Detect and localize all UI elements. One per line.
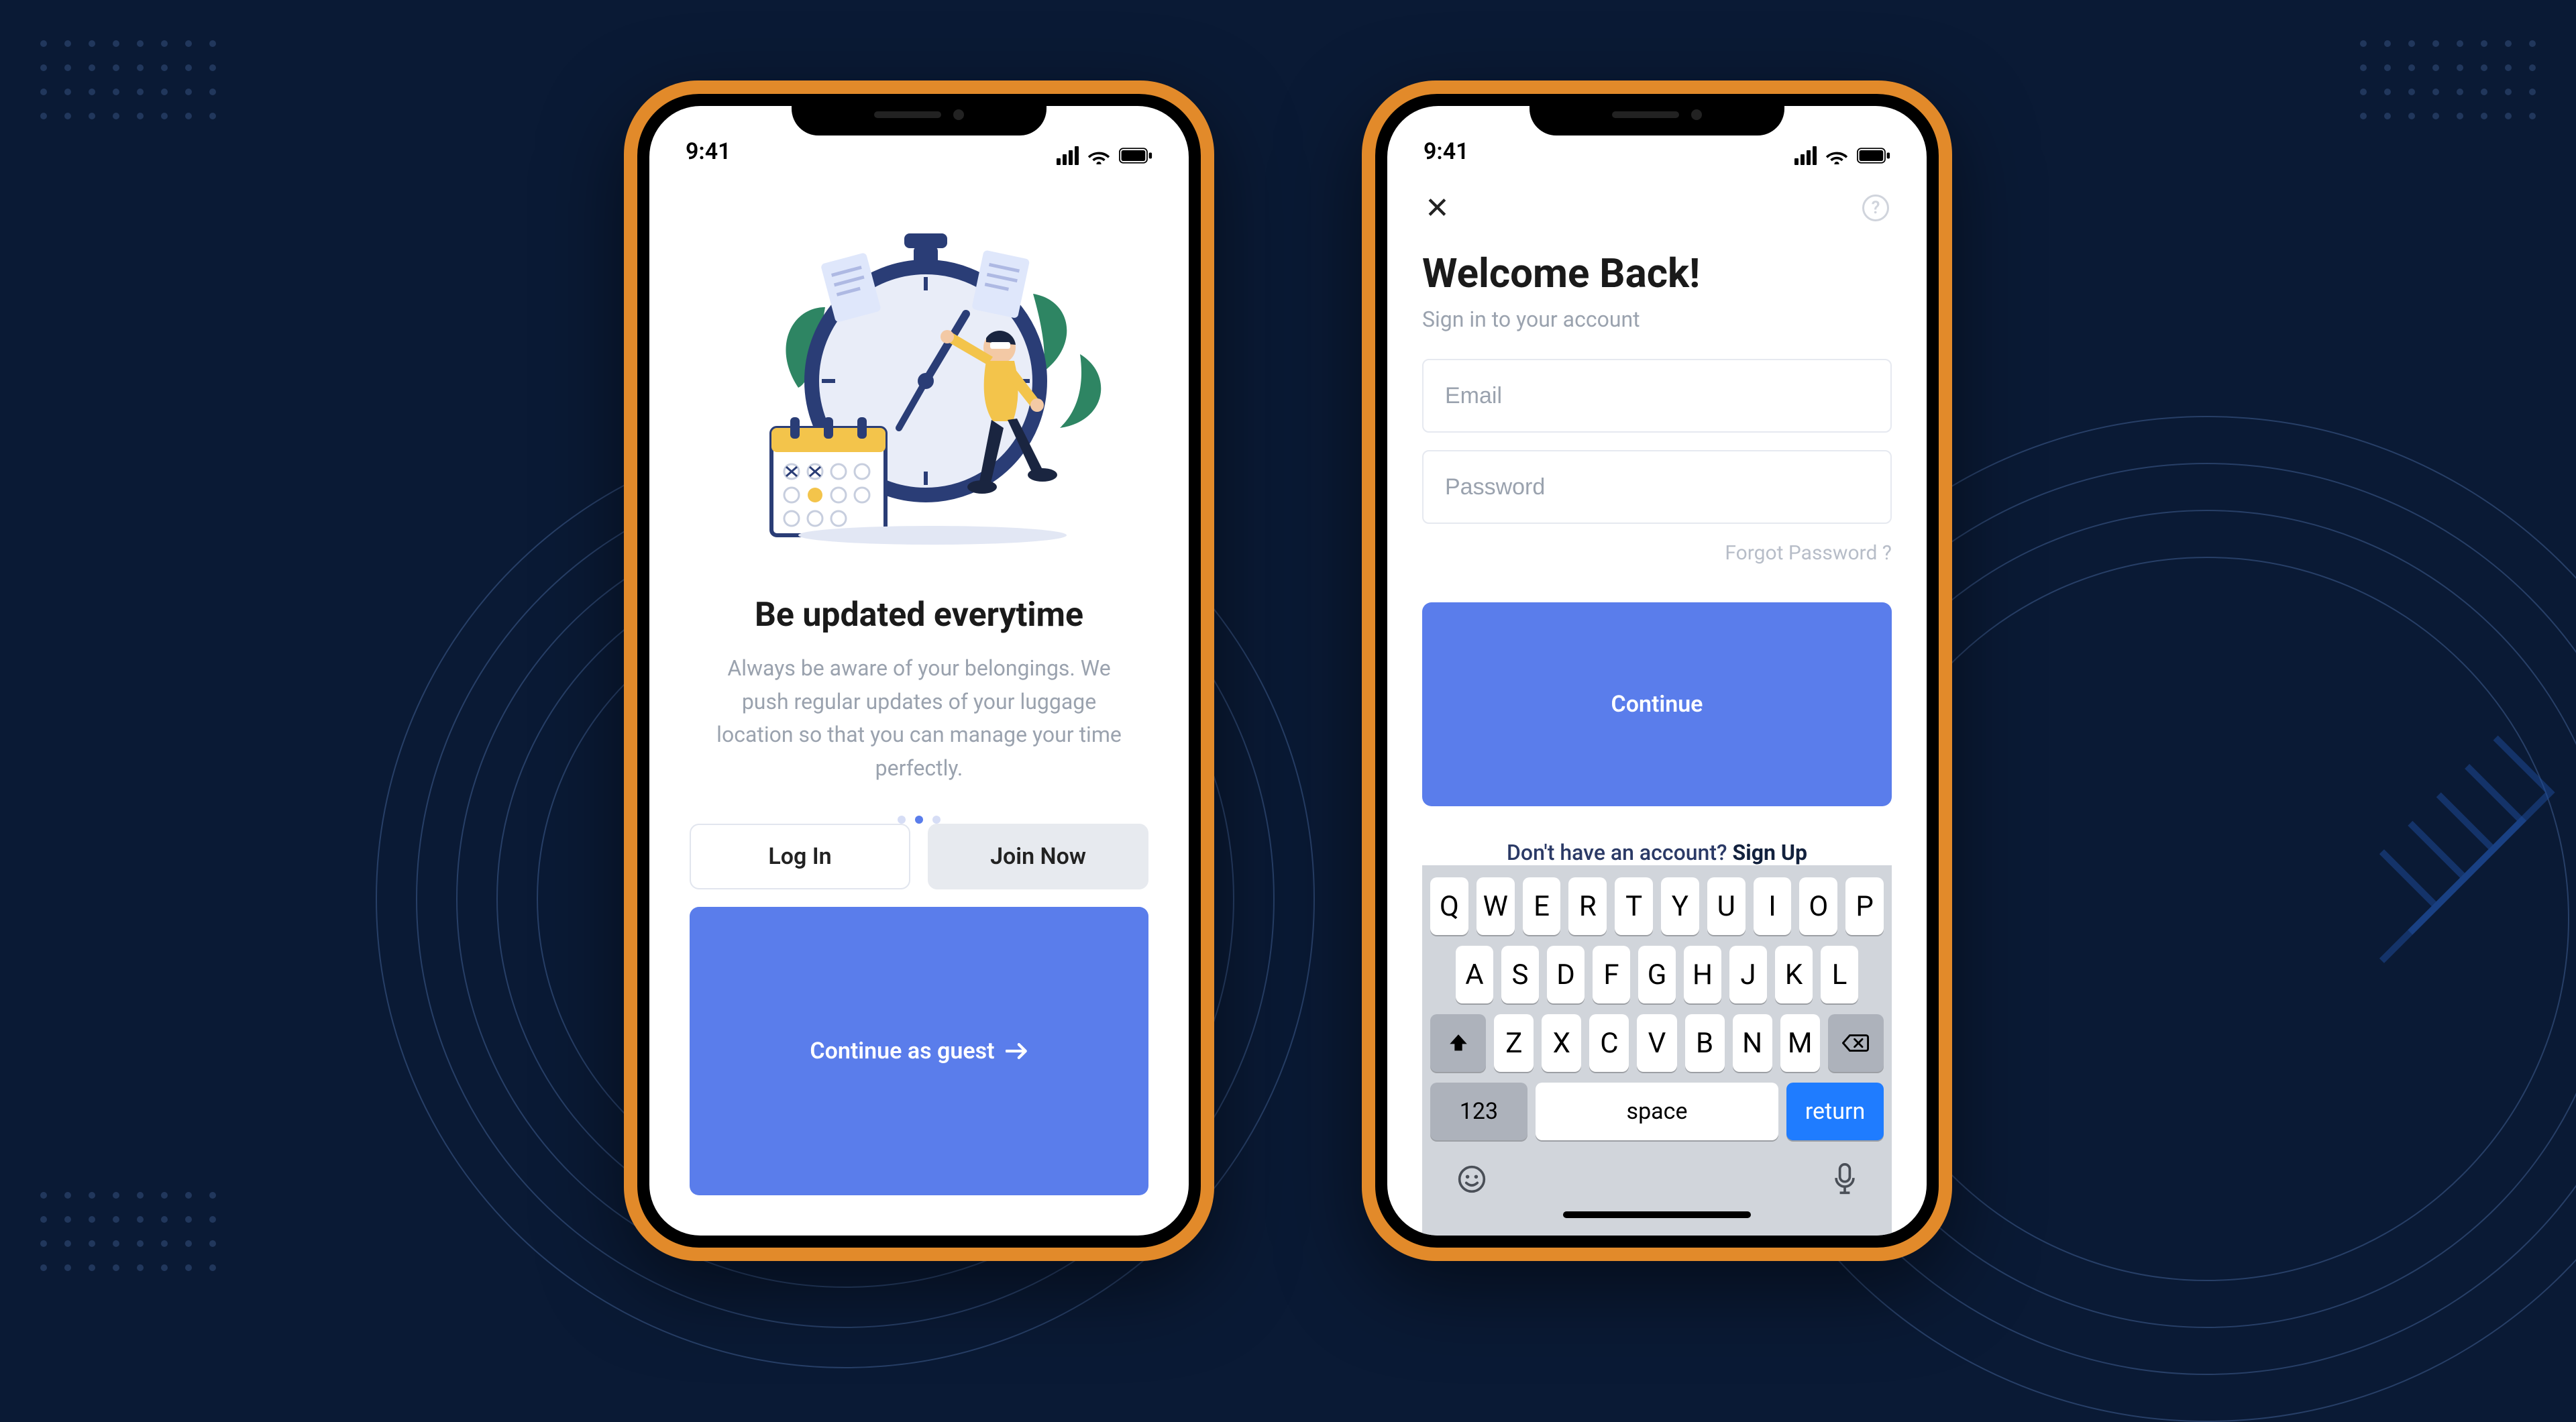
login-title: Welcome Back! (1422, 250, 1892, 297)
shift-icon (1447, 1032, 1470, 1054)
login-subtitle: Sign in to your account (1422, 307, 1892, 332)
shift-key[interactable] (1430, 1014, 1486, 1072)
key-g[interactable]: G (1638, 946, 1676, 1003)
page-indicator (898, 816, 941, 824)
key-b[interactable]: B (1685, 1014, 1725, 1072)
key-a[interactable]: A (1456, 946, 1493, 1003)
key-i[interactable]: I (1754, 877, 1792, 935)
numbers-key[interactable]: 123 (1430, 1083, 1527, 1140)
signup-line: Don't have an account? Sign Up (1422, 840, 1892, 865)
decor-dots-bl (40, 1192, 216, 1271)
phone-onboarding: 9:41 (624, 80, 1214, 1261)
join-now-button-label: Join Now (990, 843, 1086, 870)
emoji-key[interactable] (1457, 1164, 1487, 1194)
mic-icon (1833, 1163, 1857, 1195)
phone-login: 9:41 ✕ ? Welcome Back! Sign (1362, 80, 1952, 1261)
backspace-key[interactable] (1828, 1014, 1884, 1072)
wifi-icon (1087, 147, 1111, 164)
return-key[interactable]: return (1786, 1083, 1884, 1140)
battery-icon (1857, 148, 1890, 164)
key-s[interactable]: S (1501, 946, 1539, 1003)
key-o[interactable]: O (1799, 877, 1837, 935)
emoji-icon (1457, 1164, 1487, 1194)
ios-keyboard: QWERTYUIOP ASDFGHJKL ZXCVBNM (1422, 865, 1892, 1236)
key-y[interactable]: Y (1661, 877, 1699, 935)
key-c[interactable]: C (1589, 1014, 1629, 1072)
decor-dots-tl (40, 40, 216, 119)
key-r[interactable]: R (1568, 877, 1607, 935)
close-icon[interactable]: ✕ (1425, 193, 1450, 223)
password-field[interactable] (1422, 450, 1892, 524)
key-u[interactable]: U (1707, 877, 1746, 935)
key-h[interactable]: H (1684, 946, 1721, 1003)
forgot-password-link[interactable]: Forgot Password ? (1422, 541, 1892, 565)
join-now-button[interactable]: Join Now (928, 824, 1148, 889)
email-field[interactable] (1422, 359, 1892, 433)
onboarding-description: Always be aware of your belongings. We p… (711, 652, 1127, 785)
login-button[interactable]: Log In (690, 824, 910, 889)
key-t[interactable]: T (1615, 877, 1653, 935)
mic-key[interactable] (1833, 1163, 1857, 1195)
key-w[interactable]: W (1477, 877, 1515, 935)
key-v[interactable]: V (1637, 1014, 1676, 1072)
backspace-icon (1842, 1033, 1869, 1053)
home-indicator (1563, 1211, 1751, 1218)
help-icon[interactable]: ? (1862, 195, 1889, 221)
key-d[interactable]: D (1547, 946, 1585, 1003)
key-l[interactable]: L (1821, 946, 1858, 1003)
battery-icon (1119, 148, 1152, 164)
continue-button-label: Continue (1611, 691, 1703, 718)
key-p[interactable]: P (1845, 877, 1884, 935)
key-x[interactable]: X (1542, 1014, 1581, 1072)
continue-guest-button[interactable]: Continue as guest (690, 907, 1148, 1195)
key-e[interactable]: E (1523, 877, 1561, 935)
signal-icon (1057, 146, 1079, 165)
continue-button[interactable]: Continue (1422, 602, 1892, 806)
decor-dots-tr (2360, 40, 2536, 119)
onboarding-illustration (731, 213, 1107, 549)
key-m[interactable]: M (1780, 1014, 1820, 1072)
phone-notch (792, 94, 1046, 135)
signal-icon (1794, 146, 1817, 165)
continue-guest-label: Continue as guest (810, 1038, 994, 1064)
status-time: 9:41 (686, 138, 731, 165)
onboarding-title: Be updated everytime (755, 596, 1083, 635)
key-k[interactable]: K (1775, 946, 1813, 1003)
space-key[interactable]: space (1536, 1083, 1778, 1140)
status-time: 9:41 (1424, 138, 1469, 165)
phone-notch (1529, 94, 1784, 135)
key-f[interactable]: F (1593, 946, 1630, 1003)
arrow-right-icon (1006, 1042, 1028, 1060)
signup-link[interactable]: Sign Up (1733, 840, 1807, 865)
login-button-label: Log In (768, 843, 831, 870)
key-j[interactable]: J (1729, 946, 1767, 1003)
key-n[interactable]: N (1733, 1014, 1772, 1072)
key-z[interactable]: Z (1494, 1014, 1534, 1072)
key-q[interactable]: Q (1430, 877, 1468, 935)
signup-prefix: Don't have an account? (1507, 840, 1733, 865)
wifi-icon (1825, 147, 1849, 164)
